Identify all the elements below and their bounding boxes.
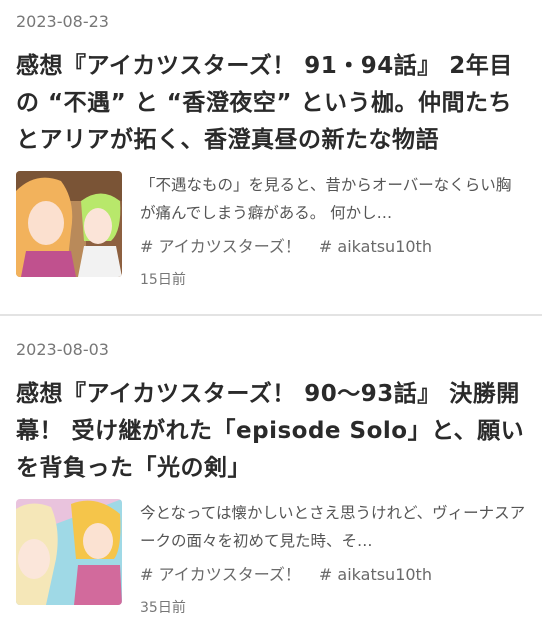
post-card[interactable]: 2023-08-03 感想『アイカツスターズ！ 90〜93話』 決勝開幕！ 受け… xyxy=(0,316,542,617)
post-card[interactable]: 2023-08-23 感想『アイカツスターズ！ 91・94話』 2年目の “不遇… xyxy=(0,0,542,314)
post-title[interactable]: 感想『アイカツスターズ！ 91・94話』 2年目の “不遇” と “香澄夜空” … xyxy=(16,48,526,159)
post-thumbnail[interactable] xyxy=(16,171,122,277)
post-date: 2023-08-03 xyxy=(16,340,109,359)
tag-link[interactable]: # aikatsu10th xyxy=(319,237,432,256)
post-title[interactable]: 感想『アイカツスターズ！ 90〜93話』 決勝開幕！ 受け継がれた「episod… xyxy=(16,376,526,487)
post-excerpt: 「不遇なもの」を見ると、昔からオーバーなくらい胸が痛んでしまう癖がある。 何かし… xyxy=(140,176,512,222)
tag-link[interactable]: # aikatsu10th xyxy=(319,565,432,584)
post-excerpt: 今となっては懐かしいとさえ思うけれど、ヴィーナスアークの面々を初めて見た時、そ… xyxy=(140,504,526,550)
tag-link[interactable]: # アイカツスターズ！ xyxy=(140,237,301,256)
post-age: 35日前 xyxy=(140,600,186,616)
tag-link[interactable]: # アイカツスターズ！ xyxy=(140,565,301,584)
post-date: 2023-08-23 xyxy=(16,12,109,31)
post-thumbnail[interactable] xyxy=(16,499,122,605)
post-age: 15日前 xyxy=(140,272,186,288)
